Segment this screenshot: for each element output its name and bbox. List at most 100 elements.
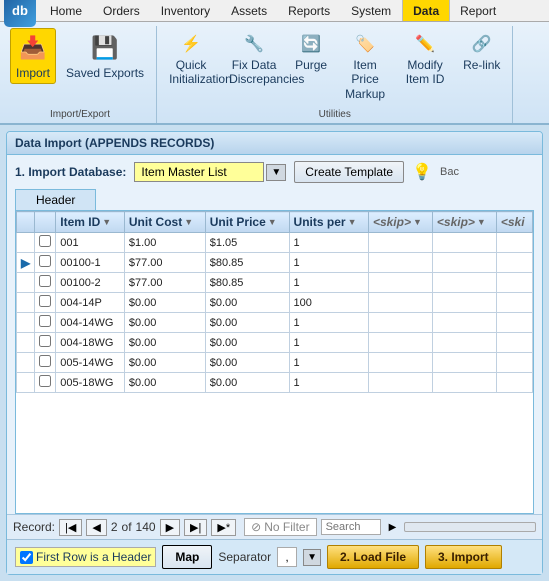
table-cell <box>496 353 532 373</box>
item-price-icon: 🏷️ <box>353 32 377 56</box>
col-header-skip3: <ski <box>496 212 532 233</box>
row-checkbox-cell <box>35 313 56 333</box>
purge-label: Purge <box>295 58 327 72</box>
saved-exports-icon: 💾 <box>89 32 121 64</box>
row-checkbox[interactable] <box>39 315 51 327</box>
db-select-group: ▼ <box>134 162 286 182</box>
table-row[interactable]: 00100-2$77.00$80.851 <box>17 273 533 293</box>
indicator-header <box>17 212 35 233</box>
nav-new-btn[interactable]: ▶* <box>211 519 236 536</box>
nav-of-label: of <box>122 520 132 534</box>
col-label-itemid: Item ID <box>60 215 100 229</box>
row-checkbox[interactable] <box>39 295 51 307</box>
table-row[interactable]: 004-14WG$0.00$0.001 <box>17 313 533 333</box>
table-cell: 001 <box>56 233 125 253</box>
table-row[interactable]: 005-18WG$0.00$0.001 <box>17 373 533 393</box>
separator-dropdown[interactable]: ▼ <box>303 549 321 566</box>
record-current: 2 <box>111 520 118 534</box>
nav-scrollbar[interactable] <box>404 522 536 532</box>
ribbon-btn-purge[interactable]: 🔄 Purge <box>289 28 333 76</box>
row-arrow: ▶ <box>21 256 30 270</box>
nav-prev-btn[interactable]: ◀ <box>86 519 106 536</box>
row-checkbox-cell <box>35 293 56 313</box>
import-button[interactable]: 3. Import <box>425 545 502 569</box>
row-checkbox[interactable] <box>39 275 51 287</box>
row-checkbox[interactable] <box>39 355 51 367</box>
quick-init-label: Quick Initialization <box>169 58 213 87</box>
nav-inventory[interactable]: Inventory <box>151 0 221 21</box>
col-arrow-skip2[interactable]: ▼ <box>477 217 486 227</box>
row-indicator <box>17 273 35 293</box>
nav-report[interactable]: Report <box>450 0 507 21</box>
db-dropdown-arrow[interactable]: ▼ <box>266 164 286 181</box>
logo-box: db <box>4 0 36 27</box>
col-arrow-unitprice[interactable]: ▼ <box>268 217 277 227</box>
table-row[interactable]: 004-18WG$0.00$0.001 <box>17 333 533 353</box>
nav-assets[interactable]: Assets <box>221 0 278 21</box>
table-cell <box>368 273 432 293</box>
nav-orders[interactable]: Orders <box>93 0 151 21</box>
first-row-header-checkbox[interactable] <box>20 551 33 564</box>
first-row-header-checkbox-label[interactable]: First Row is a Header <box>15 547 156 567</box>
col-label-unitcost: Unit Cost <box>129 215 182 229</box>
col-arrow-unitcost[interactable]: ▼ <box>184 217 193 227</box>
row-checkbox-cell <box>35 273 56 293</box>
table-cell: $0.00 <box>205 313 289 333</box>
ribbon-btn-saved-exports[interactable]: 💾 Saved Exports <box>60 28 150 84</box>
ribbon-group-label-utilities: Utilities <box>319 107 351 121</box>
step1-label: 1. Import Database: <box>15 165 126 179</box>
nav-last-btn[interactable]: ▶| <box>184 519 207 536</box>
table-cell: 1 <box>289 373 368 393</box>
ribbon-btn-import[interactable]: 📥 Import <box>10 28 56 84</box>
col-arrow-skip1[interactable]: ▼ <box>413 217 422 227</box>
separator-label: Separator <box>218 550 271 564</box>
nav-system[interactable]: System <box>341 0 402 21</box>
row-checkbox[interactable] <box>39 375 51 387</box>
table-cell <box>432 293 496 313</box>
table-cell <box>368 313 432 333</box>
table-cell <box>496 373 532 393</box>
modify-id-icon: ✏️ <box>413 32 437 56</box>
nav-home[interactable]: Home <box>40 0 93 21</box>
saved-exports-label: Saved Exports <box>66 66 144 80</box>
load-file-button[interactable]: 2. Load File <box>327 545 419 569</box>
back-label[interactable]: Bac <box>440 166 459 178</box>
table-cell: $0.00 <box>124 353 205 373</box>
map-button[interactable]: Map <box>162 545 212 569</box>
panel-title: Data Import (APPENDS RECORDS) <box>7 132 542 155</box>
header-tab[interactable]: Header <box>15 189 96 210</box>
ribbon-btn-modify-id[interactable]: ✏️ Modify Item ID <box>397 28 453 91</box>
db-select-input[interactable] <box>134 162 264 182</box>
table-row[interactable]: 004-14P$0.00$0.00100 <box>17 293 533 313</box>
row-checkbox[interactable] <box>39 255 51 267</box>
col-arrow-unitsper[interactable]: ▼ <box>348 217 357 227</box>
header-tab-area: Header <box>7 189 542 210</box>
table-row[interactable]: 001$1.00$1.051 <box>17 233 533 253</box>
table-cell: $0.00 <box>124 333 205 353</box>
row-checkbox[interactable] <box>39 335 51 347</box>
table-cell: $80.85 <box>205 253 289 273</box>
separator-input[interactable] <box>277 547 297 567</box>
table-row[interactable]: ▶00100-1$77.00$80.851 <box>17 253 533 273</box>
nav-first-btn[interactable]: |◀ <box>59 519 82 536</box>
row-checkbox[interactable] <box>39 235 51 247</box>
ribbon-btn-quick-init[interactable]: ⚡ Quick Initialization <box>163 28 219 91</box>
col-label-skip3: <ski <box>501 215 525 229</box>
row-checkbox-cell <box>35 353 56 373</box>
table-cell: 00100-1 <box>56 253 125 273</box>
ribbon-btn-item-price[interactable]: 🏷️ Item Price Markup <box>337 28 393 105</box>
table-row[interactable]: 005-14WG$0.00$0.001 <box>17 353 533 373</box>
ribbon-btn-fix-data[interactable]: 🔧 Fix Data Discrepancies <box>223 28 285 91</box>
col-arrow-itemid[interactable]: ▼ <box>102 217 111 227</box>
search-box[interactable] <box>321 519 381 535</box>
nav-data[interactable]: Data <box>402 0 450 21</box>
row-indicator: ▶ <box>17 253 35 273</box>
grid-header: Item ID ▼ Unit Cost ▼ Un <box>17 212 533 233</box>
relink-icon: 🔗 <box>470 32 494 56</box>
table-cell <box>368 233 432 253</box>
nav-reports[interactable]: Reports <box>278 0 341 21</box>
ribbon-btn-relink[interactable]: 🔗 Re-link <box>457 28 506 76</box>
table-cell <box>432 233 496 253</box>
nav-next-btn[interactable]: ▶ <box>160 519 180 536</box>
create-template-button[interactable]: Create Template <box>294 161 404 183</box>
